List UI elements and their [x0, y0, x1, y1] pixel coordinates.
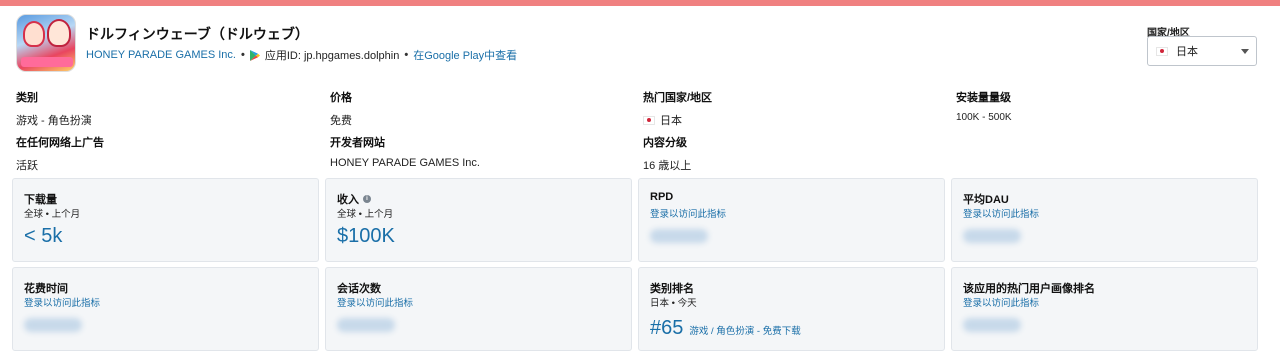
info-top-country: 热门国家/地区 日本	[643, 89, 712, 128]
login-link[interactable]: 登录以访问此指标	[24, 295, 100, 309]
info-value: 16 歳以上	[643, 160, 692, 172]
metric-card-audience-rank: 该应用的热门用户画像排名 登录以访问此指标	[951, 267, 1258, 351]
metric-card-rpd: RPD 登录以访问此指标	[638, 178, 945, 262]
login-link[interactable]: 登录以访问此指标	[650, 206, 726, 220]
info-installs: 安装量量级 100K - 500K	[956, 89, 1012, 123]
blurred-value	[337, 318, 395, 332]
info-value: 免费	[330, 115, 352, 127]
info-value: 日本	[643, 112, 712, 128]
google-play-link[interactable]: 在Google Play中查看	[413, 47, 517, 63]
info-label: 在任何网络上广告	[16, 137, 104, 149]
info-content-rating: 内容分级 16 歳以上	[643, 134, 691, 173]
blurred-value	[650, 229, 708, 243]
card-title: 收入	[337, 194, 359, 206]
card-value: < 5k	[24, 225, 63, 247]
card-subtitle: 全球 • 上个月	[24, 209, 81, 220]
info-dev-site: 开发者网站 HONEY PARADE GAMES Inc.	[330, 134, 480, 169]
info-label: 类别	[16, 92, 38, 104]
info-value: 活跃	[16, 160, 38, 172]
rank-value: #65	[650, 317, 684, 339]
card-title: 会话次数	[337, 283, 381, 295]
japan-flag-icon	[1156, 46, 1168, 56]
japan-flag-icon	[643, 115, 655, 125]
info-label: 内容分级	[643, 137, 687, 149]
card-subtitle: 全球 • 上个月	[337, 209, 394, 220]
info-ads: 在任何网络上广告 活跃	[16, 134, 104, 173]
app-icon	[16, 14, 76, 72]
category-rank: #65 游戏 / 角色扮演 - 免费下载	[650, 317, 801, 340]
card-title: RPD	[650, 191, 674, 203]
info-price: 价格 免费	[330, 89, 352, 128]
app-meta: HONEY PARADE GAMES Inc. • 应用ID: jp.hpgam…	[86, 47, 517, 63]
card-subtitle: 日本 • 今天	[650, 298, 697, 309]
country-select-value: 日本	[1176, 46, 1198, 58]
developer-link[interactable]: HONEY PARADE GAMES Inc.	[86, 49, 236, 61]
developer-website-link[interactable]: HONEY PARADE GAMES Inc.	[330, 157, 480, 169]
login-link[interactable]: 登录以访问此指标	[337, 295, 413, 309]
blurred-value	[24, 318, 82, 332]
rank-category-link[interactable]: 游戏 / 角色扮演 - 免费下载	[689, 323, 800, 337]
card-value: $100K	[337, 225, 395, 247]
card-title: 下载量	[24, 194, 57, 206]
card-title-row: 收入 i	[337, 191, 371, 207]
metric-card-category-rank: 类别排名 日本 • 今天 #65 游戏 / 角色扮演 - 免费下载	[638, 267, 945, 351]
metric-card-downloads: 下载量 全球 • 上个月 < 5k	[12, 178, 319, 262]
info-category: 类别 游戏 - 角色扮演	[16, 89, 92, 128]
top-accent-bar	[0, 0, 1280, 6]
info-icon[interactable]: i	[363, 195, 371, 203]
separator-dot: •	[240, 49, 245, 61]
blurred-value	[963, 318, 1021, 332]
app-id: 应用ID: jp.hpgames.dolphin	[264, 50, 400, 62]
card-title: 平均DAU	[963, 194, 1009, 206]
login-link[interactable]: 登录以访问此指标	[963, 295, 1039, 309]
info-label: 安装量量级	[956, 92, 1011, 104]
country-select[interactable]: 日本	[1147, 36, 1257, 66]
info-label: 价格	[330, 92, 352, 104]
card-title: 花费时间	[24, 283, 68, 295]
info-label: 热门国家/地区	[643, 92, 713, 104]
top-country-name: 日本	[660, 115, 682, 127]
app-title: ドルフィンウェーブ（ドルウェブ）	[86, 26, 309, 42]
google-play-icon	[249, 49, 260, 61]
info-value: 游戏 - 角色扮演	[16, 115, 92, 127]
blurred-value	[963, 229, 1021, 243]
metric-card-revenue: 收入 i 全球 • 上个月 $100K	[325, 178, 632, 262]
metric-card-sessions: 会话次数 登录以访问此指标	[325, 267, 632, 351]
card-title: 类别排名	[650, 283, 694, 295]
card-title: 该应用的热门用户画像排名	[963, 283, 1095, 295]
info-label: 开发者网站	[330, 137, 385, 149]
login-link[interactable]: 登录以访问此指标	[963, 206, 1039, 220]
metric-card-time-spent: 花费时间 登录以访问此指标	[12, 267, 319, 351]
chevron-down-icon	[1241, 49, 1249, 54]
app-header: ドルフィンウェーブ（ドルウェブ） HONEY PARADE GAMES Inc.…	[16, 14, 1264, 74]
metric-card-dau: 平均DAU 登录以访问此指标	[951, 178, 1258, 262]
separator-dot: •	[404, 49, 409, 61]
info-value: 100K - 500K	[956, 112, 1012, 123]
